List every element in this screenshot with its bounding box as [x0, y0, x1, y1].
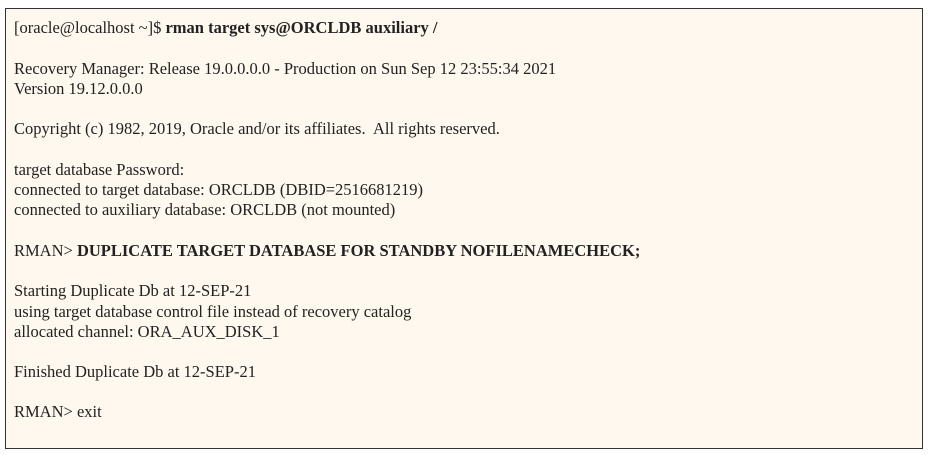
- password-line: target database Password:: [14, 160, 185, 179]
- terminal-output: [oracle@localhost ~]$ rman target sys@OR…: [5, 8, 923, 449]
- copyright-line: Copyright (c) 1982, 2019, Oracle and/or …: [14, 119, 500, 138]
- duplicate-command: DUPLICATE TARGET DATABASE FOR STANDBY NO…: [76, 241, 641, 260]
- starting-line: Starting Duplicate Db at 12-SEP-21: [14, 281, 252, 300]
- connected-aux-line: connected to auxiliary database: ORCLDB …: [14, 200, 396, 219]
- finished-line: Finished Duplicate Db at 12-SEP-21: [14, 362, 256, 381]
- rman-prompt: RMAN>: [14, 402, 77, 421]
- duplicate-command-line: RMAN> DUPLICATE TARGET DATABASE FOR STAN…: [14, 241, 640, 261]
- rman-command: rman target sys@ORCLDB auxiliary /: [165, 18, 438, 37]
- exit-line: RMAN> exit: [14, 402, 102, 422]
- version-line: Version 19.12.0.0.0: [14, 79, 143, 98]
- connected-target-line: connected to target database: ORCLDB (DB…: [14, 180, 424, 199]
- using-line: using target database control file inste…: [14, 302, 412, 321]
- command-line: [oracle@localhost ~]$ rman target sys@OR…: [14, 18, 438, 38]
- banner-line: Recovery Manager: Release 19.0.0.0.0 - P…: [14, 59, 557, 78]
- channel-line: allocated channel: ORA_AUX_DISK_1: [14, 322, 280, 341]
- exit-command: exit: [76, 402, 102, 421]
- shell-prompt: [oracle@localhost ~]$: [14, 18, 166, 37]
- rman-prompt: RMAN>: [14, 241, 77, 260]
